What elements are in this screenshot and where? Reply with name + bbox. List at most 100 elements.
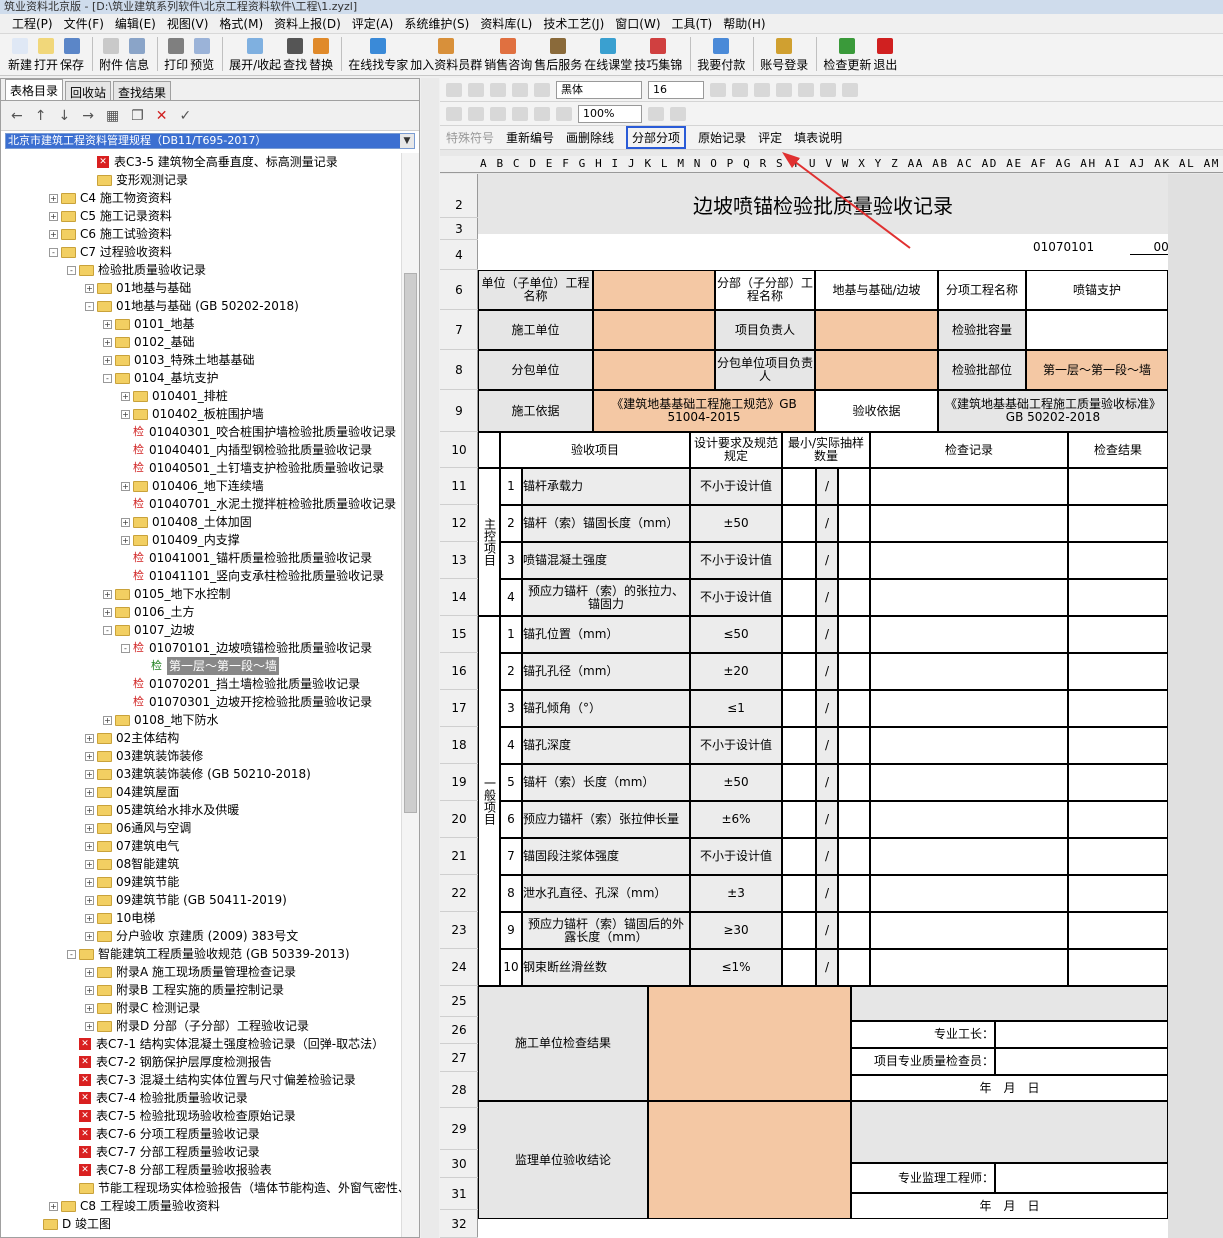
row-number[interactable]: 9 (440, 390, 478, 432)
sample-actual[interactable] (838, 727, 870, 764)
check-result[interactable] (1068, 542, 1168, 579)
expand-icon[interactable]: + (85, 859, 94, 869)
tree-item[interactable]: 检 01070301_边坡开挖检验批质量验收记录 (121, 693, 372, 711)
expand-icon[interactable]: + (85, 913, 94, 923)
arrow-down-icon[interactable]: ↓ (58, 108, 70, 124)
sample-actual[interactable] (838, 616, 870, 653)
align-right-icon[interactable] (842, 82, 858, 97)
renumber-button[interactable]: 重新编号 (506, 129, 554, 146)
accept-value[interactable]: 《建筑地基基础工程施工质量验收标准》GB 50202-2018 (938, 390, 1168, 432)
tree-item[interactable]: +0106_土方 (103, 603, 195, 621)
toolbar-button[interactable]: 退出 (873, 34, 897, 74)
check-record[interactable] (870, 801, 1068, 838)
collapse-icon[interactable]: - (103, 625, 112, 635)
tree-item[interactable]: +0105_地下水控制 (103, 585, 231, 603)
expand-icon[interactable]: + (121, 535, 130, 545)
check-record[interactable] (870, 468, 1068, 505)
check-record[interactable] (870, 542, 1068, 579)
sample-actual[interactable] (838, 690, 870, 727)
check-record[interactable] (870, 505, 1068, 542)
collapse-icon[interactable]: - (121, 643, 130, 653)
tree-item[interactable]: - C7 过程验收资料 (49, 243, 172, 261)
row-number[interactable]: 6 (440, 270, 478, 310)
redo-icon[interactable] (534, 82, 550, 97)
supervisor-result-area[interactable] (648, 1101, 851, 1219)
expand-icon[interactable]: + (103, 355, 112, 365)
sample-min[interactable] (782, 616, 816, 653)
toolbar-button[interactable]: 查找 (283, 34, 307, 74)
sample-min[interactable] (782, 838, 816, 875)
row-number[interactable]: 28 (440, 1072, 478, 1108)
expand-icon[interactable]: + (85, 751, 94, 761)
tree-item[interactable]: +03建筑装饰装修 (GB 50210-2018) (85, 765, 311, 783)
expand-icon[interactable]: + (85, 967, 94, 977)
tree-item[interactable]: + C5 施工记录资料 (49, 207, 172, 225)
toolbar-button[interactable]: 展开/收起 (229, 34, 281, 74)
toolbar-button[interactable]: 账号登录 (760, 34, 808, 74)
new-table-icon[interactable]: ▦ (106, 108, 119, 124)
menu-item[interactable]: 系统维护(S) (404, 15, 469, 32)
lock-icon[interactable] (534, 106, 550, 121)
sample-actual[interactable] (838, 542, 870, 579)
tree-item[interactable]: ✕ 表C7-4 检验批质量验收记录 (67, 1089, 248, 1107)
delete-icon[interactable]: ✕ (156, 108, 168, 124)
row-number[interactable]: 23 (440, 912, 478, 949)
row-number[interactable]: 24 (440, 949, 478, 986)
expand-icon[interactable]: + (85, 1003, 94, 1013)
tree-item[interactable]: 检 01040501_土钉墙支护检验批质量验收记录 (121, 459, 384, 477)
tree-item[interactable]: ✕ 表C7-3 混凝土结构实体位置与尺寸偏差检验记录 (67, 1071, 356, 1089)
tree-item[interactable]: +0108_地下防水 (103, 711, 219, 729)
check-result[interactable] (1068, 579, 1168, 616)
toolbar-button[interactable]: 我要付款 (697, 34, 745, 74)
sample-min[interactable] (782, 949, 816, 986)
menu-item[interactable]: 帮助(H) (723, 15, 765, 32)
sample-min[interactable] (782, 690, 816, 727)
row-number[interactable]: 4 (440, 240, 478, 270)
toolbar-button[interactable]: 检查更新 (823, 34, 871, 74)
sample-actual[interactable] (838, 505, 870, 542)
tree-item[interactable]: - 0107_边坡 (103, 621, 195, 639)
tree-item[interactable]: +06通风与空调 (85, 819, 191, 837)
check-icon[interactable]: ✓ (179, 108, 191, 124)
sample-min[interactable] (782, 505, 816, 542)
check-result[interactable] (1068, 690, 1168, 727)
expand-icon[interactable]: + (85, 985, 94, 995)
engineer-value[interactable] (995, 1163, 1168, 1193)
check-record[interactable] (870, 875, 1068, 912)
row-number[interactable]: 22 (440, 875, 478, 912)
tree-item[interactable]: 检 01040301_咬合桩围护墙检验批质量验收记录 (121, 423, 396, 441)
bold-icon[interactable] (710, 82, 726, 97)
tree-item[interactable]: + 附录B 工程实施的质量控制记录 (85, 981, 284, 999)
toolbar-button[interactable]: 信息 (125, 34, 149, 74)
expand-icon[interactable]: + (103, 607, 112, 617)
sample-actual[interactable] (838, 912, 870, 949)
tab-table-catalog[interactable]: 表格目录 (5, 79, 64, 100)
collapse-icon[interactable]: - (67, 265, 76, 275)
tree-item[interactable]: 检 01040701_水泥土搅拌桩检验批质量验收记录 (121, 495, 396, 513)
sample-actual[interactable] (838, 468, 870, 505)
tree-item[interactable]: ✕ 表C3-5 建筑物全高垂直度、标高测量记录 (85, 153, 338, 171)
check-result[interactable] (1068, 505, 1168, 542)
check-record[interactable] (870, 764, 1068, 801)
collapse-icon[interactable]: - (67, 949, 76, 959)
tree-item[interactable]: + 附录D 分部（子分部）工程验收记录 (85, 1017, 309, 1035)
raw-record-button[interactable]: 原始记录 (698, 129, 746, 146)
foreman-value[interactable] (995, 1021, 1168, 1048)
undo-icon[interactable] (512, 82, 528, 97)
tree-item[interactable]: +0103_特殊土地基基础 (103, 351, 255, 369)
expand-icon[interactable]: + (49, 229, 58, 239)
tree-item[interactable]: - 检 01070101_边坡喷锚检验批质量验收记录 (121, 639, 372, 657)
expand-icon[interactable]: + (103, 319, 112, 329)
row-number[interactable]: 27 (440, 1044, 478, 1072)
check-record[interactable] (870, 616, 1068, 653)
toolbar-button[interactable]: 销售咨询 (484, 34, 532, 74)
sample-min[interactable] (782, 764, 816, 801)
evaluate-button[interactable]: 评定 (758, 129, 782, 146)
tab-recycle-bin[interactable]: 回收站 (65, 81, 112, 100)
toolbar-button[interactable]: 保存 (60, 34, 84, 74)
tree-item[interactable]: - 01地基与基础 (GB 50202-2018) (85, 297, 299, 315)
tree-item[interactable]: ✕ 表C7-2 钢筋保护层厚度检测报告 (67, 1053, 272, 1071)
row-number[interactable]: 3 (440, 218, 478, 240)
tree-item[interactable]: +01地基与基础 (85, 279, 191, 297)
check-record[interactable] (870, 579, 1068, 616)
